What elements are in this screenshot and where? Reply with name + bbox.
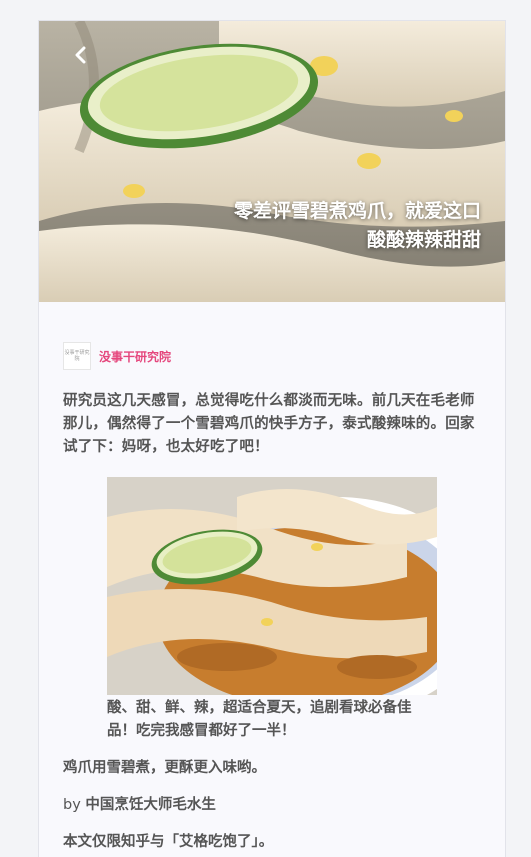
chevron-left-icon bbox=[75, 46, 86, 64]
body-paragraph: 鸡爪用雪碧煮，更酥更入味哟。 bbox=[63, 760, 266, 776]
author-name[interactable]: 没事干研究院 bbox=[99, 348, 171, 365]
image-caption: 酸、甜、鲜、辣，超适合夏天，追剧看球必备佳品！吃完我感冒都好了一半！ bbox=[107, 700, 412, 739]
chicken-feet-bowl-photo[interactable] bbox=[107, 477, 437, 695]
avatar[interactable]: 没事干研究院 bbox=[63, 342, 91, 370]
chicken-feet-lime-photo bbox=[39, 21, 505, 302]
article-title: 零差评雪碧煮鸡爪，就爱这口 酸酸辣辣甜甜 bbox=[181, 197, 481, 255]
article-title-line-2: 酸酸辣辣甜甜 bbox=[366, 229, 481, 251]
article-figure: 酸、甜、鲜、辣，超适合夏天，追剧看球必备佳品！吃完我感冒都好了一半！ bbox=[107, 477, 437, 743]
byline-prefix: by bbox=[63, 797, 86, 813]
article-body: 没事干研究院 没事干研究院 研究员这几天感冒，总觉得吃什么都淡而无味。前几天在毛… bbox=[39, 342, 505, 854]
author-row[interactable]: 没事干研究院 没事干研究院 bbox=[63, 342, 481, 370]
back-button[interactable] bbox=[67, 41, 95, 69]
avatar-text: 没事干研究院 bbox=[64, 350, 90, 362]
article-title-line-1: 零差评雪碧煮鸡爪，就爱这口 bbox=[233, 200, 481, 222]
copyright-notice: 本文仅限知乎与「艾格吃饱了」。 bbox=[63, 834, 274, 850]
intro-paragraph: 研究员这几天感冒，总觉得吃什么都淡而无味。前几天在毛老师那儿，偶然得了一个雪碧鸡… bbox=[63, 393, 475, 455]
article-page: 零差评雪碧煮鸡爪，就爱这口 酸酸辣辣甜甜 没事干研究院 没事干研究院 研究员这几… bbox=[38, 20, 506, 857]
hero-image: 零差评雪碧煮鸡爪，就爱这口 酸酸辣辣甜甜 bbox=[39, 21, 505, 302]
byline: by 中国烹饪大师毛水生 bbox=[63, 794, 481, 817]
byline-author: 中国烹饪大师毛水生 bbox=[85, 797, 216, 813]
